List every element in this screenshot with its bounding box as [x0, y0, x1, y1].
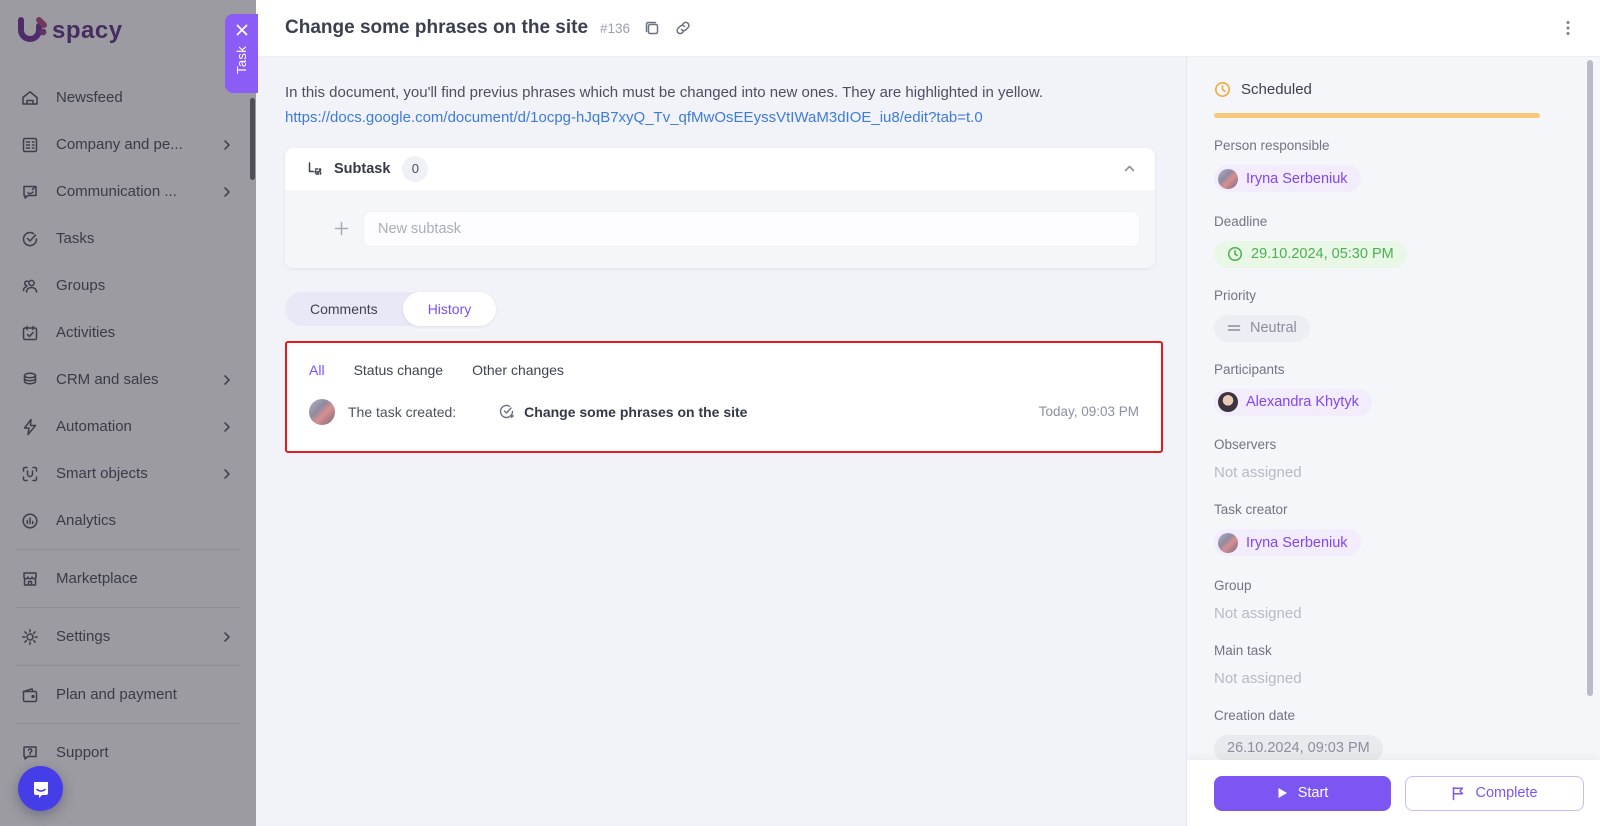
field-person-responsible: Person responsible Iryna Serbeniuk	[1214, 138, 1540, 194]
field-group: Group Not assigned	[1214, 578, 1540, 623]
task-actions-bar: Start Complete	[1187, 760, 1600, 826]
task-panel-tab[interactable]: Task	[225, 14, 258, 93]
status-progress-bar	[1214, 113, 1540, 118]
field-main-task: Main task Not assigned	[1214, 643, 1540, 688]
task-description: In this document, you'll find previus ph…	[256, 57, 1186, 130]
flag-icon	[1451, 786, 1465, 801]
chat-launcher-button[interactable]	[18, 766, 63, 811]
description-link[interactable]: https://docs.google.com/document/d/1ocpg…	[285, 106, 983, 129]
avatar	[1218, 169, 1238, 189]
observers-value[interactable]: Not assigned	[1214, 464, 1302, 481]
task-created-icon	[498, 403, 515, 420]
subtask-icon	[305, 160, 323, 178]
task-tab-label: Task	[234, 46, 249, 74]
tab-comments[interactable]: Comments	[285, 292, 403, 326]
history-entry: The task created: Change some phrases on…	[309, 399, 1139, 425]
task-content: In this document, you'll find previus ph…	[256, 57, 1186, 826]
avatar	[309, 399, 335, 425]
creation-date-pill: 26.10.2024, 09:03 PM	[1214, 735, 1383, 762]
new-subtask-input[interactable]	[363, 211, 1140, 247]
deadline-pill[interactable]: 29.10.2024, 05:30 PM	[1214, 241, 1407, 268]
subtask-body	[285, 190, 1155, 268]
field-deadline: Deadline 29.10.2024, 05:30 PM	[1214, 214, 1540, 268]
details-scrollbar[interactable]	[1587, 60, 1593, 696]
participant-pill[interactable]: Alexandra Khytyk	[1214, 389, 1372, 416]
sidebar: spacy Newsfeed Company and pe...	[0, 0, 256, 826]
kebab-menu-icon[interactable]	[1560, 19, 1576, 37]
modal-dim-overlay[interactable]	[0, 0, 256, 826]
history-filter-other-changes[interactable]: Other changes	[472, 362, 564, 378]
chevron-up-icon[interactable]	[1122, 161, 1137, 176]
clock-icon	[1227, 246, 1243, 262]
person-responsible-pill[interactable]: Iryna Serbeniuk	[1214, 165, 1361, 192]
history-task-title: Change some phrases on the site	[524, 404, 747, 420]
field-priority: Priority Neutral	[1214, 288, 1540, 342]
task-details-sidebar: Scheduled Person responsible Iryna Serbe…	[1186, 57, 1600, 826]
subtask-count-badge: 0	[402, 156, 428, 182]
copy-icon[interactable]	[643, 19, 661, 37]
comments-history-tabs: Comments History	[285, 292, 496, 326]
subtask-header[interactable]: Subtask 0	[285, 148, 1155, 190]
priority-neutral-icon	[1227, 323, 1241, 333]
history-filters: All Status change Other changes	[309, 362, 1139, 378]
description-text: In this document, you'll find previus ph…	[285, 81, 1156, 104]
history-panel-annotated: All Status change Other changes The task…	[285, 341, 1163, 453]
task-panel: Change some phrases on the site #136 In …	[256, 0, 1600, 826]
clock-icon	[1214, 81, 1231, 98]
chat-icon	[30, 778, 52, 800]
avatar	[1218, 392, 1238, 412]
link-icon[interactable]	[674, 19, 692, 37]
complete-button[interactable]: Complete	[1405, 776, 1584, 811]
task-id: #136	[600, 21, 630, 36]
task-creator-pill[interactable]: Iryna Serbeniuk	[1214, 529, 1361, 556]
subtask-title: Subtask	[334, 161, 390, 177]
start-button[interactable]: Start	[1214, 776, 1391, 811]
history-action-text: The task created:	[348, 404, 456, 420]
history-filter-status-change[interactable]: Status change	[354, 362, 444, 378]
status-badge: Scheduled	[1241, 81, 1312, 98]
avatar	[1218, 533, 1238, 553]
field-participants: Participants Alexandra Khytyk	[1214, 362, 1540, 418]
group-value[interactable]: Not assigned	[1214, 605, 1302, 622]
plus-icon[interactable]	[333, 220, 350, 237]
uspacy-app: spacy Newsfeed Company and pe...	[0, 0, 1600, 826]
history-filter-all[interactable]: All	[309, 362, 325, 378]
field-creation-date: Creation date 26.10.2024, 09:03 PM	[1214, 708, 1540, 762]
subtask-section: Subtask 0	[285, 148, 1155, 268]
status-row[interactable]: Scheduled	[1214, 81, 1540, 98]
page-title: Change some phrases on the site	[285, 17, 588, 39]
field-observers: Observers Not assigned	[1214, 437, 1540, 482]
close-icon[interactable]	[235, 23, 249, 37]
task-header: Change some phrases on the site #136	[256, 0, 1600, 57]
play-icon	[1277, 787, 1288, 799]
field-task-creator: Task creator Iryna Serbeniuk	[1214, 502, 1540, 558]
history-timestamp: Today, 09:03 PM	[1039, 404, 1139, 419]
priority-pill[interactable]: Neutral	[1214, 315, 1310, 342]
main-task-value[interactable]: Not assigned	[1214, 670, 1302, 687]
tab-history[interactable]: History	[403, 292, 497, 326]
